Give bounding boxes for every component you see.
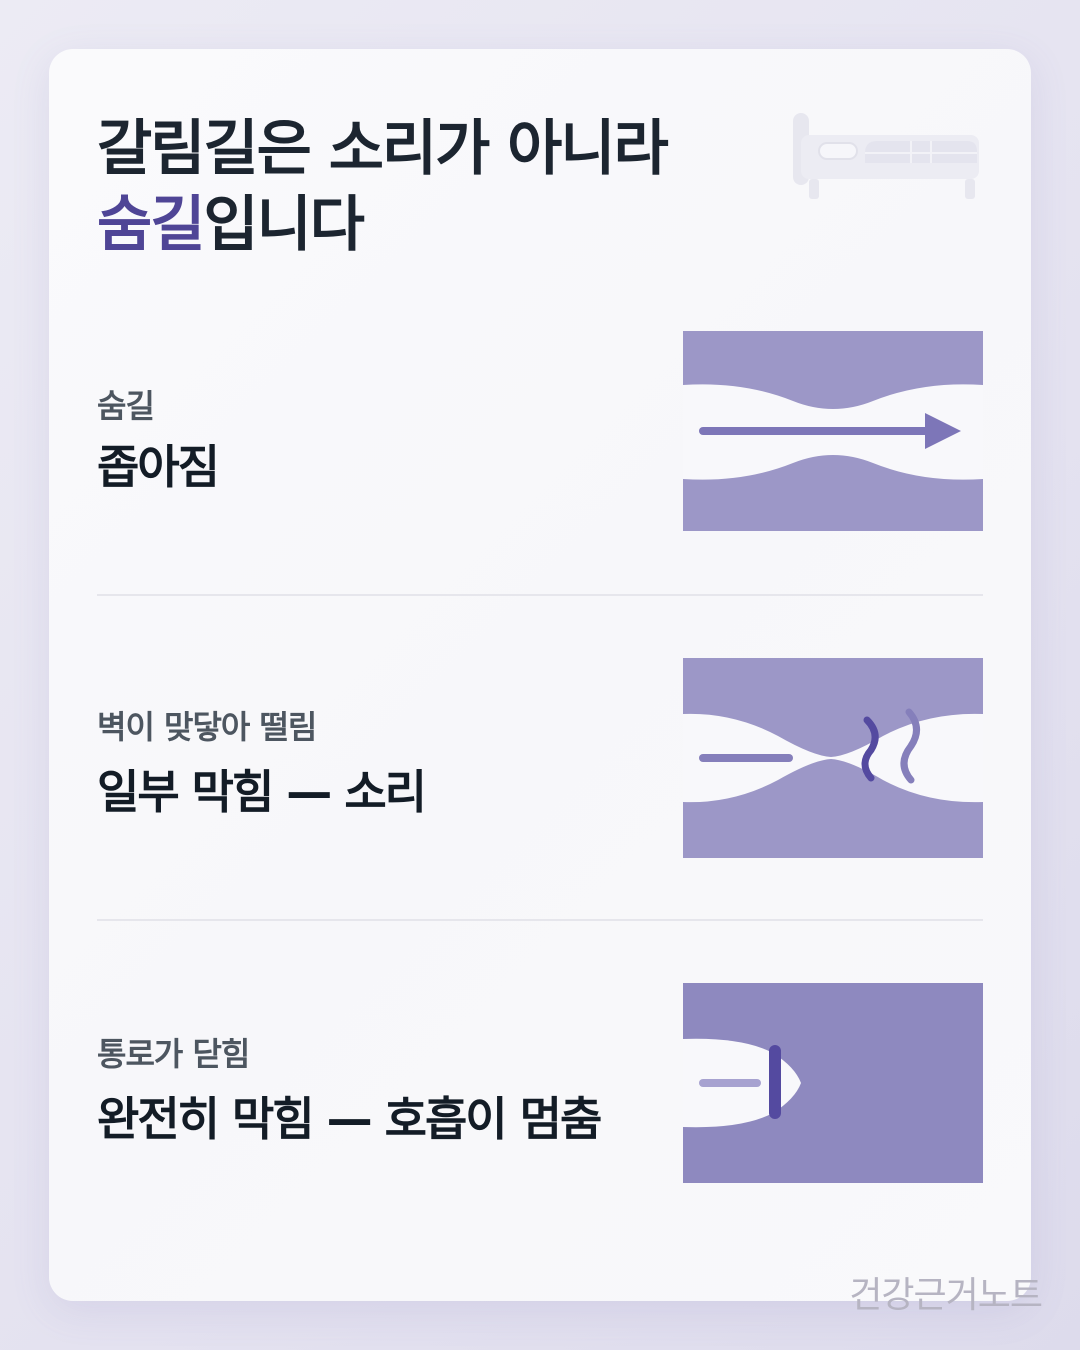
- title-accent: 숨길: [97, 190, 205, 260]
- page-title: 갈림길은 소리가 아니라 숨길입니다: [97, 111, 669, 263]
- row-sub-label: 숨길: [97, 387, 155, 425]
- partial-blockage-vibration-icon: [683, 658, 983, 858]
- title-line-1: 갈림길은 소리가 아니라: [97, 114, 669, 184]
- narrowed-airway-icon: [683, 331, 983, 531]
- row-sub-label: 벽이 맞닿아 떨림: [97, 708, 317, 746]
- row-sub-label: 통로가 닫힘: [97, 1035, 250, 1073]
- title-line-2: 숨길입니다: [97, 187, 667, 263]
- row-main-label: 일부 막힘 — 소리: [97, 765, 427, 819]
- content-card: 갈림길은 소리가 아니라 숨길입니다 숨길 좁아짐 벽이 맞닿아 떨림 일부 막…: [49, 49, 1031, 1301]
- row-narrowed: 숨길 좁아짐: [97, 331, 983, 531]
- divider: [97, 919, 983, 921]
- divider: [97, 594, 983, 596]
- full-blockage-icon: [683, 983, 983, 1183]
- row-main-label: 좁아짐: [97, 440, 220, 494]
- title-rest: 입니다: [203, 190, 365, 260]
- row-partial: 벽이 맞닿아 떨림 일부 막힘 — 소리: [97, 658, 983, 858]
- row-full: 통로가 닫힘 완전히 막힘 — 호흡이 멈춤: [97, 983, 983, 1183]
- row-main-label: 완전히 막힘 — 호흡이 멈춤: [97, 1092, 602, 1146]
- bed-icon: [793, 113, 979, 199]
- watermark-brand: 건강근거노트: [849, 1275, 1043, 1316]
